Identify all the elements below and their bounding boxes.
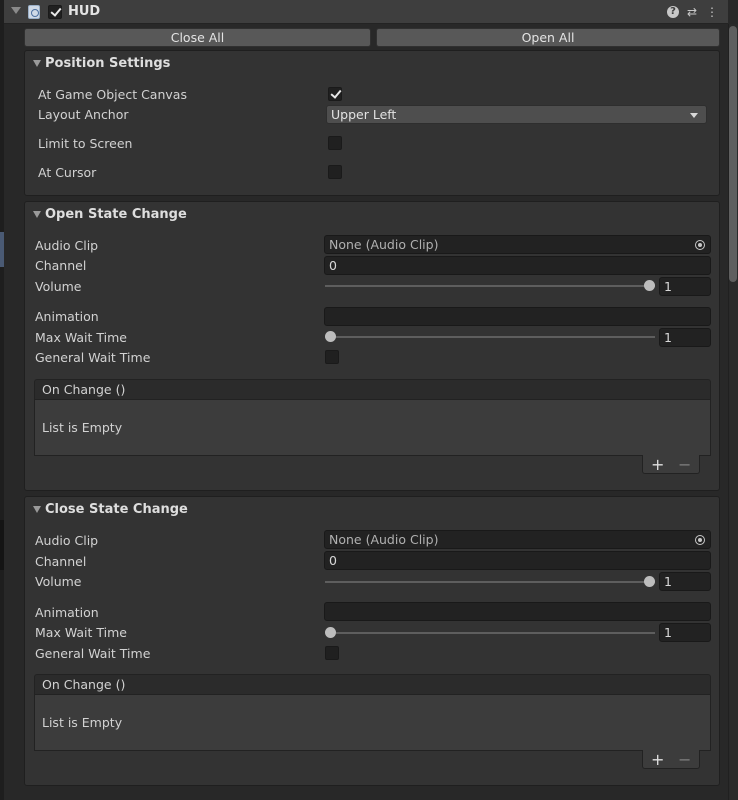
open-list-empty-label: List is Empty — [42, 420, 123, 435]
remove-icon[interactable]: − — [678, 750, 691, 769]
add-icon[interactable]: + — [651, 750, 664, 769]
close-max-wait-label: Max Wait Time — [35, 625, 127, 640]
presets-icon[interactable]: ⇄ — [685, 5, 699, 19]
open-state-title[interactable]: Open State Change — [45, 207, 187, 222]
open-channel-label: Channel — [35, 258, 87, 273]
open-max-wait-label: Max Wait Time — [35, 330, 127, 345]
close-list-empty-label: List is Empty — [42, 715, 123, 730]
at-game-object-canvas-label: At Game Object Canvas — [38, 87, 187, 102]
close-animation-field[interactable] — [324, 602, 711, 621]
open-volume-field[interactable]: 1 — [659, 277, 711, 296]
open-general-wait-label: General Wait Time — [35, 350, 151, 365]
component-header[interactable]: HUD ? ⇄ ⋮ — [4, 0, 728, 24]
open-volume-slider-track[interactable] — [325, 285, 655, 287]
component-enabled-checkbox[interactable] — [48, 5, 62, 19]
close-on-change-header: On Change () — [34, 674, 711, 695]
close-volume-label: Volume — [35, 574, 82, 589]
close-volume-slider-track[interactable] — [325, 581, 655, 583]
close-max-wait-slider-thumb[interactable] — [325, 627, 336, 638]
layout-anchor-label: Layout Anchor — [38, 107, 129, 122]
foldout-arrow-icon[interactable] — [11, 7, 21, 14]
at-cursor-label: At Cursor — [38, 165, 97, 180]
open-all-button[interactable]: Open All — [376, 28, 720, 47]
add-icon[interactable]: + — [651, 455, 664, 474]
close-state-foldout-icon[interactable] — [33, 506, 41, 513]
object-picker-icon[interactable] — [695, 240, 705, 250]
close-audio-clip-field[interactable]: None (Audio Clip) — [324, 530, 711, 549]
left-edge — [0, 0, 4, 800]
open-general-wait-checkbox[interactable] — [325, 350, 339, 364]
left-edge-shadow — [0, 520, 4, 570]
close-general-wait-checkbox[interactable] — [325, 646, 339, 660]
open-audio-clip-field[interactable]: None (Audio Clip) — [324, 235, 711, 254]
close-list-footer: + − — [642, 750, 700, 769]
close-audio-clip-value: None (Audio Clip) — [329, 532, 439, 547]
close-channel-label: Channel — [35, 554, 87, 569]
close-audio-clip-label: Audio Clip — [35, 533, 99, 548]
close-max-wait-field[interactable]: 1 — [659, 623, 711, 642]
close-general-wait-label: General Wait Time — [35, 646, 151, 661]
open-max-wait-slider-track[interactable] — [325, 336, 655, 338]
at-cursor-checkbox[interactable] — [328, 165, 342, 179]
open-on-change-label: On Change () — [42, 382, 126, 397]
menu-icon[interactable]: ⋮ — [705, 5, 719, 19]
close-channel-field[interactable]: 0 — [324, 551, 711, 570]
open-audio-clip-label: Audio Clip — [35, 238, 99, 253]
object-picker-icon[interactable] — [695, 535, 705, 545]
open-max-wait-slider-thumb[interactable] — [325, 331, 336, 342]
at-game-object-canvas-checkbox[interactable] — [328, 87, 342, 101]
open-state-foldout-icon[interactable] — [33, 211, 41, 218]
close-max-wait-slider-track[interactable] — [325, 632, 655, 634]
close-state-title[interactable]: Close State Change — [45, 502, 188, 517]
close-all-button[interactable]: Close All — [24, 28, 371, 47]
close-volume-slider-thumb[interactable] — [644, 576, 655, 587]
open-list-footer: + − — [642, 455, 700, 474]
help-icon[interactable]: ? — [667, 6, 679, 18]
remove-icon[interactable]: − — [678, 455, 691, 474]
layout-anchor-value: Upper Left — [331, 107, 397, 122]
open-on-change-header: On Change () — [34, 379, 711, 400]
open-animation-field[interactable] — [324, 307, 711, 326]
close-on-change-list: List is Empty — [34, 695, 711, 751]
component-title: HUD — [68, 4, 101, 19]
chevron-down-icon — [690, 113, 698, 118]
script-icon — [28, 5, 40, 19]
position-settings-title[interactable]: Position Settings — [45, 56, 170, 71]
open-audio-clip-value: None (Audio Clip) — [329, 237, 439, 252]
open-channel-field[interactable]: 0 — [324, 256, 711, 275]
position-settings-foldout-icon[interactable] — [33, 60, 41, 67]
open-volume-label: Volume — [35, 279, 82, 294]
left-edge-highlight — [0, 232, 4, 267]
open-on-change-list: List is Empty — [34, 400, 711, 456]
open-volume-slider-thumb[interactable] — [644, 280, 655, 291]
close-volume-field[interactable]: 1 — [659, 572, 711, 591]
scrollbar-thumb[interactable] — [729, 26, 737, 282]
close-animation-label: Animation — [35, 605, 99, 620]
limit-to-screen-label: Limit to Screen — [38, 136, 133, 151]
limit-to-screen-checkbox[interactable] — [328, 136, 342, 150]
open-max-wait-field[interactable]: 1 — [659, 328, 711, 347]
layout-anchor-dropdown[interactable]: Upper Left — [326, 105, 707, 124]
close-on-change-label: On Change () — [42, 677, 126, 692]
open-animation-label: Animation — [35, 309, 99, 324]
